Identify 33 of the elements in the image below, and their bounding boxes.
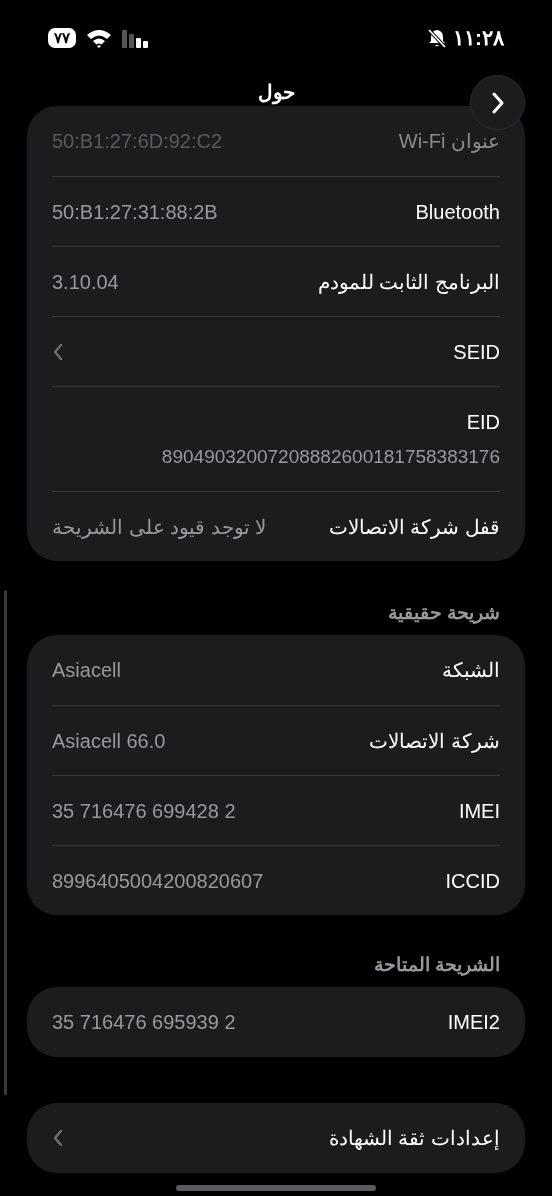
row-value: 35 716476 695939 2 [52, 1010, 236, 1035]
row-label: IMEI [458, 798, 500, 824]
row-label: ICCID [445, 868, 500, 894]
row-value: 50:B1:27:6D:92:C2 [52, 129, 223, 154]
row-label: الشبكة [442, 658, 500, 683]
wifi-icon [86, 28, 112, 48]
chevron-right-icon [490, 91, 505, 114]
row-value: 89049032007208882600181758383176 [161, 444, 500, 469]
row-value: Asiacell 66.0 [52, 728, 166, 754]
row-label: Bluetooth [415, 199, 500, 225]
chevron-icon [52, 342, 64, 361]
row-value: Asiacell [52, 658, 121, 683]
row-value: 8996405004200820607 [52, 868, 264, 894]
clock: ١١:٢٨ [453, 25, 504, 52]
chevron-icon [52, 1129, 64, 1147]
row-label[interactable]: إعدادات ثقة الشهادة [328, 1123, 500, 1153]
row-label[interactable]: SEID [453, 336, 500, 367]
row-value: 50:B1:27:31:88:2B [52, 199, 218, 225]
row-value: لا توجد قيود على الشريحة [52, 514, 267, 541]
row-label: قفل شركة الاتصالات [328, 514, 500, 541]
row-label: عنوان Wi-Fi [398, 129, 500, 155]
row-label: IMEI2 [447, 1010, 500, 1035]
row-label: EID [466, 409, 500, 435]
row-label: البرنامج الثابت للمودم [317, 269, 500, 296]
section-header: الشريحة المتاحة [373, 952, 500, 978]
signal-icon [122, 28, 150, 48]
page-title: حول [257, 80, 295, 107]
section-header: شريحة حقيقية [387, 600, 500, 626]
muted-bell-icon [427, 28, 447, 48]
row-label: شركة الاتصالات [369, 728, 500, 755]
row-value: 35 716476 699428 2 [52, 798, 236, 824]
battery-indicator: ٧٧ [48, 28, 76, 48]
row-value: 3.10.04 [52, 269, 119, 295]
